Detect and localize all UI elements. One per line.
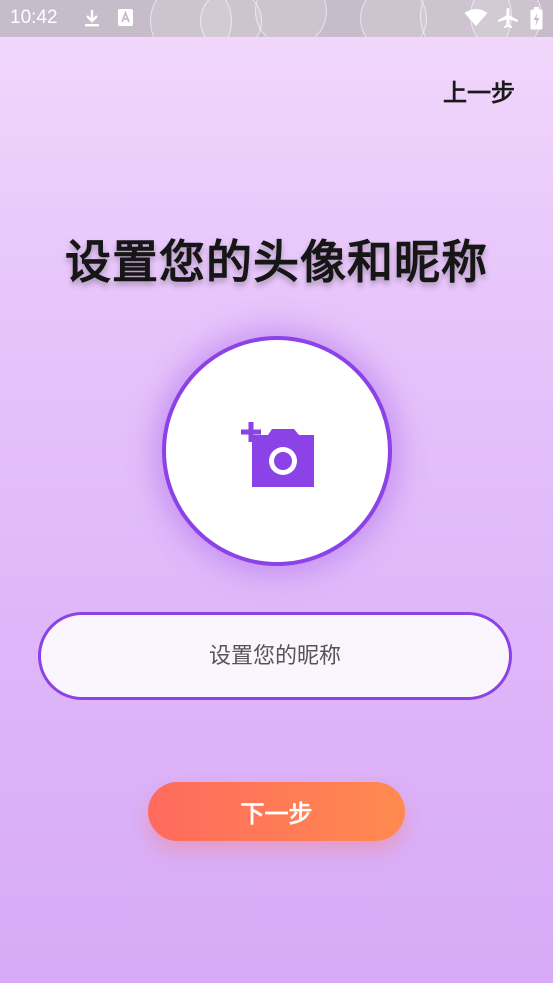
nickname-input[interactable] <box>41 615 509 697</box>
decorative-bubble <box>255 0 327 37</box>
download-icon <box>83 8 101 32</box>
battery-charging-icon <box>530 7 543 34</box>
decorative-bubble <box>200 0 262 37</box>
add-photo-icon <box>241 422 314 487</box>
page-title: 设置您的头像和昵称 <box>65 235 488 289</box>
next-button[interactable]: 下一步 <box>148 782 405 841</box>
airplane-mode-icon <box>497 7 519 33</box>
nickname-field[interactable] <box>38 612 512 700</box>
font-icon <box>117 8 134 31</box>
wifi-icon <box>464 9 488 31</box>
back-link[interactable]: 上一步 <box>443 73 515 108</box>
decorative-bubble <box>360 0 427 37</box>
avatar-picker[interactable] <box>162 336 392 566</box>
status-time: 10:42 <box>10 7 58 28</box>
status-bar: 10:42 <box>0 0 553 37</box>
